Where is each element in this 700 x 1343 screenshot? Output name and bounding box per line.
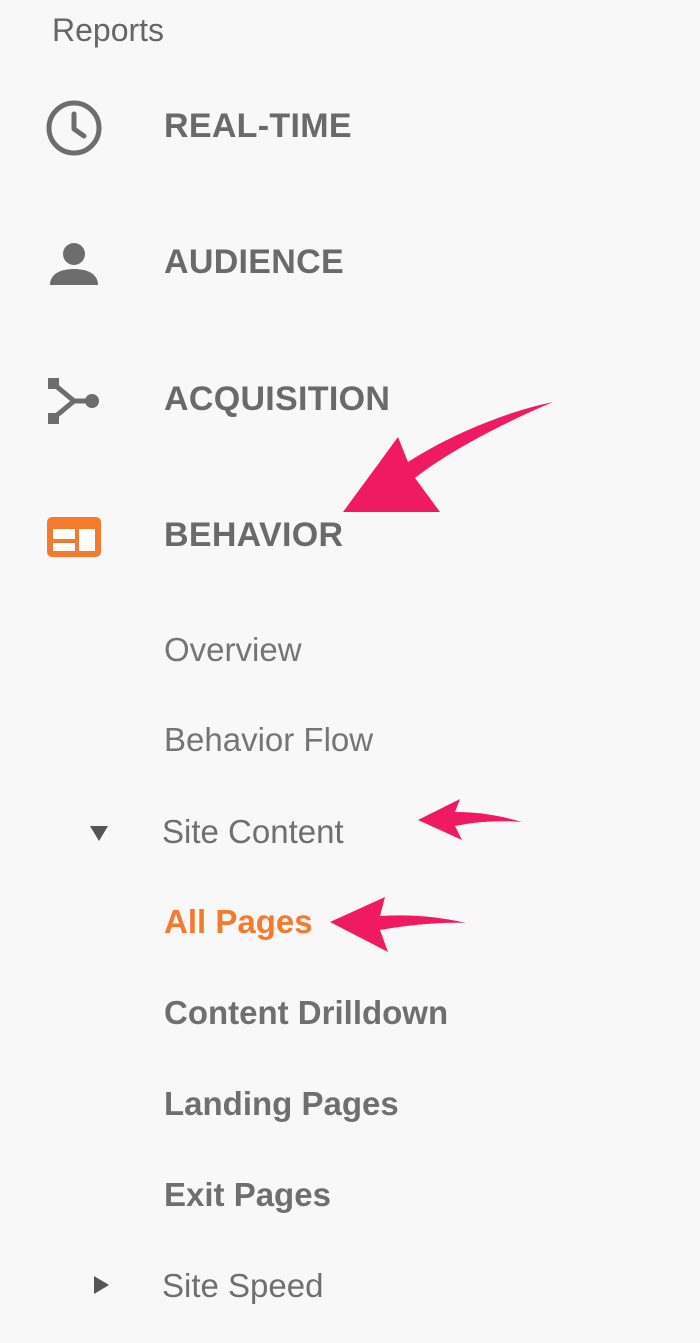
annotation-arrows xyxy=(330,402,553,952)
acquisition-icon xyxy=(44,371,104,431)
nav-item-behavior[interactable]: BEHAVIOR xyxy=(0,491,700,581)
sub-item-exit-pages[interactable]: Exit Pages xyxy=(164,1173,331,1217)
annotation-arrow-all-pages xyxy=(330,897,466,952)
nav-item-real-time[interactable]: REAL-TIME xyxy=(0,82,700,172)
sub-item-content-drilldown[interactable]: Content Drilldown xyxy=(164,991,448,1035)
sub-item-site-content[interactable]: Site Content xyxy=(162,810,344,854)
sub-item-overview[interactable]: Overview xyxy=(164,628,302,672)
nav-label-real-time: REAL-TIME xyxy=(164,107,352,145)
person-icon xyxy=(44,234,104,294)
sub-item-site-speed[interactable]: Site Speed xyxy=(162,1264,323,1308)
chevron-right-icon[interactable] xyxy=(94,1276,109,1294)
sub-item-behavior-flow[interactable]: Behavior Flow xyxy=(164,718,373,762)
nav-item-acquisition[interactable]: ACQUISITION xyxy=(0,355,700,445)
sub-item-landing-pages[interactable]: Landing Pages xyxy=(164,1082,399,1126)
nav-label-acquisition: ACQUISITION xyxy=(164,380,391,418)
nav-label-audience: AUDIENCE xyxy=(164,243,344,281)
behavior-icon xyxy=(44,507,104,567)
reports-panel: Reports REAL-TIME AUDIENCE ACQUISITION B… xyxy=(0,0,700,1343)
sub-item-all-pages[interactable]: All Pages xyxy=(164,900,313,944)
clock-icon xyxy=(44,98,104,158)
section-title: Reports xyxy=(52,12,165,48)
nav-label-behavior: BEHAVIOR xyxy=(164,516,344,554)
annotation-arrow-site-content xyxy=(418,799,522,840)
nav-item-audience[interactable]: AUDIENCE xyxy=(0,218,700,308)
chevron-down-icon[interactable] xyxy=(90,826,108,841)
